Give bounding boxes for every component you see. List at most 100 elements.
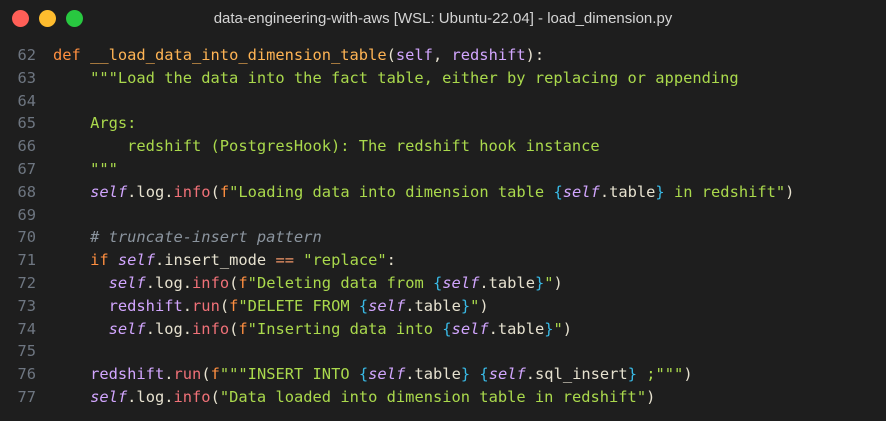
code-token: f (219, 182, 230, 201)
code-token: .sql_insert (525, 365, 628, 384)
code-token: . (182, 296, 193, 315)
line-number: 76 (17, 365, 36, 384)
code-text: Args: (53, 112, 136, 135)
code-token: # truncate-insert pattern (53, 228, 322, 247)
code-token: { (479, 365, 489, 384)
code-token: .log. (127, 387, 174, 406)
code-token: self (562, 182, 600, 201)
code-text: def __load_data_into_dimension_table(sel… (53, 44, 544, 67)
code-text: self.log.info(f"Loading data into dimens… (53, 181, 794, 204)
code-token: .log. (145, 273, 193, 292)
code-token: ) (479, 296, 489, 315)
code-token: f (229, 296, 239, 315)
code-token: { (358, 296, 369, 315)
code-line[interactable]: 77 self.log.info("Data loaded into dimen… (0, 386, 886, 409)
code-line[interactable]: 62 def __load_data_into_dimension_table(s… (0, 44, 886, 67)
code-text: """ (53, 158, 118, 181)
code-token: self (451, 319, 489, 338)
code-token: self (108, 319, 146, 338)
code-token: self (90, 182, 128, 201)
code-token: } (460, 296, 471, 315)
line-number: 66 (17, 137, 36, 156)
code-token: } (534, 273, 545, 292)
code-text: if self.insert_mode == "replace": (53, 249, 396, 272)
line-number: 77 (17, 387, 36, 406)
line-number: 72 (17, 273, 36, 292)
code-token: info (192, 273, 230, 292)
code-line[interactable]: 69 (0, 204, 886, 227)
code-token: "Deleting data from (247, 273, 433, 292)
code-token: } (460, 365, 471, 384)
code-token: .log. (145, 319, 193, 338)
code-line[interactable]: 76 redshift.run(f"""INSERT INTO {self.ta… (0, 363, 886, 386)
code-token: info (173, 182, 211, 201)
code-token: .table (599, 182, 656, 201)
code-line[interactable]: 75 (0, 340, 886, 363)
code-token: redshift (PostgresHook): The redshift ho… (53, 137, 600, 156)
code-token: ) (646, 387, 656, 406)
line-number: 70 (17, 228, 36, 247)
line-number: 71 (17, 251, 36, 270)
code-line[interactable]: 64 (0, 90, 886, 113)
code-token: f (238, 273, 248, 292)
code-token: ( (386, 46, 396, 64)
code-line[interactable]: 74 self.log.info(f"Inserting data into {… (0, 318, 886, 341)
code-token: } (627, 365, 637, 384)
code-token: self (90, 387, 128, 406)
code-line[interactable]: 73 redshift.run(f"DELETE FROM {self.tabl… (0, 295, 886, 318)
code-token: { (553, 182, 563, 201)
code-token: .log. (127, 182, 174, 201)
code-token: ( (219, 296, 230, 315)
code-line[interactable]: 68 self.log.info(f"Loading data into dim… (0, 181, 886, 204)
code-token: ;""" (636, 365, 684, 384)
code-token: "replace" (303, 251, 387, 270)
code-token: self (368, 365, 406, 384)
code-token: "Inserting data into (247, 319, 443, 338)
code-line[interactable]: 71 if self.insert_mode == "replace": (0, 249, 886, 272)
code-token: f (210, 365, 220, 384)
code-token: run (173, 365, 202, 384)
code-token: self (117, 251, 155, 270)
code-editor[interactable]: 62 def __load_data_into_dimension_table(s… (0, 44, 886, 421)
code-line[interactable]: 66 redshift (PostgresHook): The redshift… (0, 135, 886, 158)
line-number: 67 (17, 159, 36, 178)
code-token: """INSERT INTO (219, 365, 359, 384)
code-token: ( (229, 273, 239, 292)
code-token: def (53, 46, 91, 64)
code-token: Args: (53, 114, 137, 133)
code-token: self (368, 296, 406, 315)
code-token: == (275, 251, 294, 270)
code-token: " (544, 273, 554, 292)
code-text: redshift.run(f"DELETE FROM {self.table}"… (53, 295, 489, 318)
code-token: in redshift" (664, 182, 786, 201)
line-number: 68 (17, 182, 36, 201)
line-number: 74 (17, 319, 36, 338)
code-line[interactable]: 72 self.log.info(f"Deleting data from {s… (0, 272, 886, 295)
code-token: .table (479, 273, 535, 292)
code-token: } (544, 319, 554, 338)
code-token: ): (525, 46, 545, 64)
code-line[interactable]: 70 # truncate-insert pattern (0, 226, 886, 249)
code-token: { (442, 319, 452, 338)
code-token: self (442, 273, 480, 292)
title-bar: data-engineering-with-aws [WSL: Ubuntu-2… (0, 0, 886, 38)
code-token: " (553, 319, 563, 338)
code-token: self (395, 46, 433, 64)
code-token: redshift (108, 296, 183, 315)
code-token: . (164, 365, 174, 384)
line-number: 63 (17, 68, 36, 87)
code-line[interactable]: 65 Args: (0, 112, 886, 135)
code-token: ( (201, 365, 211, 384)
code-token: ) (785, 182, 795, 201)
code-line[interactable]: 63 """Load the data into the fact table,… (0, 67, 886, 90)
code-line[interactable]: 67 """ (0, 158, 886, 181)
code-token: ( (210, 387, 220, 406)
code-token: ( (229, 319, 239, 338)
code-token: , (432, 46, 452, 64)
